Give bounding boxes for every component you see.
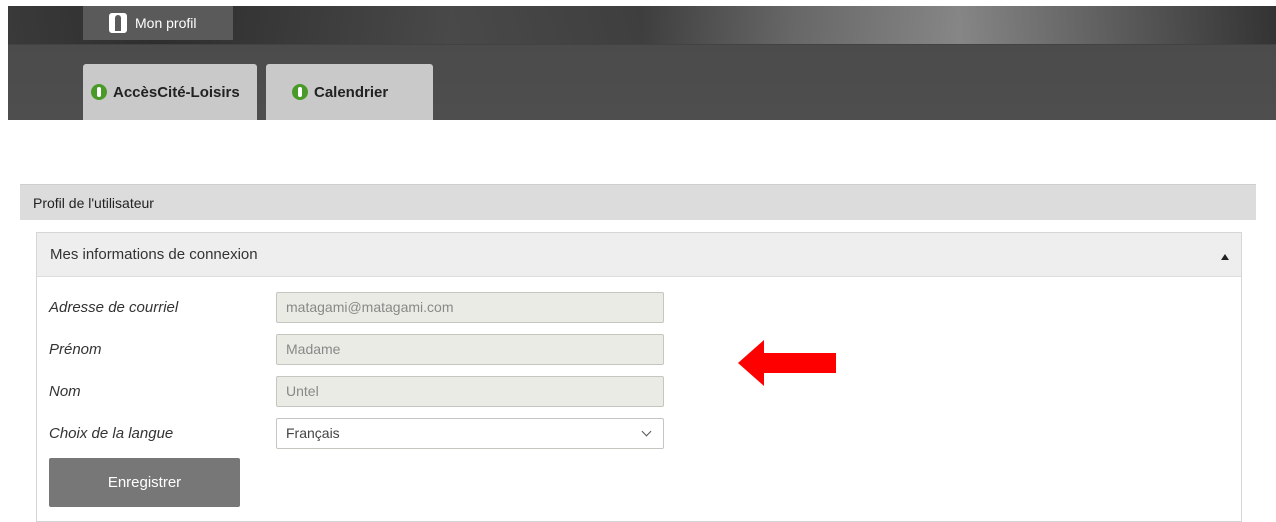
red-arrow-annotation-icon: [738, 340, 836, 386]
last-name-label: Nom: [49, 382, 81, 400]
language-selected-value: Français: [286, 425, 340, 441]
tab-label: AccèsCité-Loisirs: [113, 83, 240, 101]
person-icon: [109, 13, 127, 33]
first-name-row: Prénom: [49, 333, 664, 365]
leaf-icon: [91, 84, 107, 100]
language-row: Choix de la langue Français: [49, 417, 664, 449]
my-profile-label: Mon profil: [135, 15, 197, 31]
tab-accescite-loisirs[interactable]: AccèsCité-Loisirs: [83, 64, 257, 120]
save-button[interactable]: Enregistrer: [49, 458, 240, 507]
first-name-field[interactable]: [276, 333, 664, 365]
tab-calendrier[interactable]: Calendrier: [266, 64, 433, 120]
collapse-caret-icon[interactable]: [1221, 253, 1229, 260]
language-select[interactable]: Français: [276, 417, 664, 449]
leaf-icon: [292, 84, 308, 100]
login-info-panel: Mes informations de connexion Adresse de…: [36, 232, 1242, 522]
tab-label: Calendrier: [314, 83, 389, 101]
email-label: Adresse de courriel: [49, 298, 179, 316]
panel-title: Mes informations de connexion: [50, 246, 258, 263]
first-name-label: Prénom: [49, 340, 102, 358]
last-name-field[interactable]: [276, 375, 664, 407]
chevron-down-icon: [641, 426, 652, 436]
user-profile-section-title: Profil de l'utilisateur: [20, 184, 1256, 220]
last-name-row: Nom: [49, 375, 664, 407]
email-field[interactable]: [276, 291, 664, 323]
language-label: Choix de la langue: [49, 424, 174, 442]
my-profile-tab[interactable]: Mon profil: [83, 6, 233, 40]
login-info-panel-header[interactable]: Mes informations de connexion: [37, 233, 1241, 277]
section-title: Profil de l'utilisateur: [33, 194, 154, 211]
site-header: Mon profil AccèsCité-Loisirs Calendrier: [8, 6, 1276, 120]
email-row: Adresse de courriel: [49, 291, 664, 323]
